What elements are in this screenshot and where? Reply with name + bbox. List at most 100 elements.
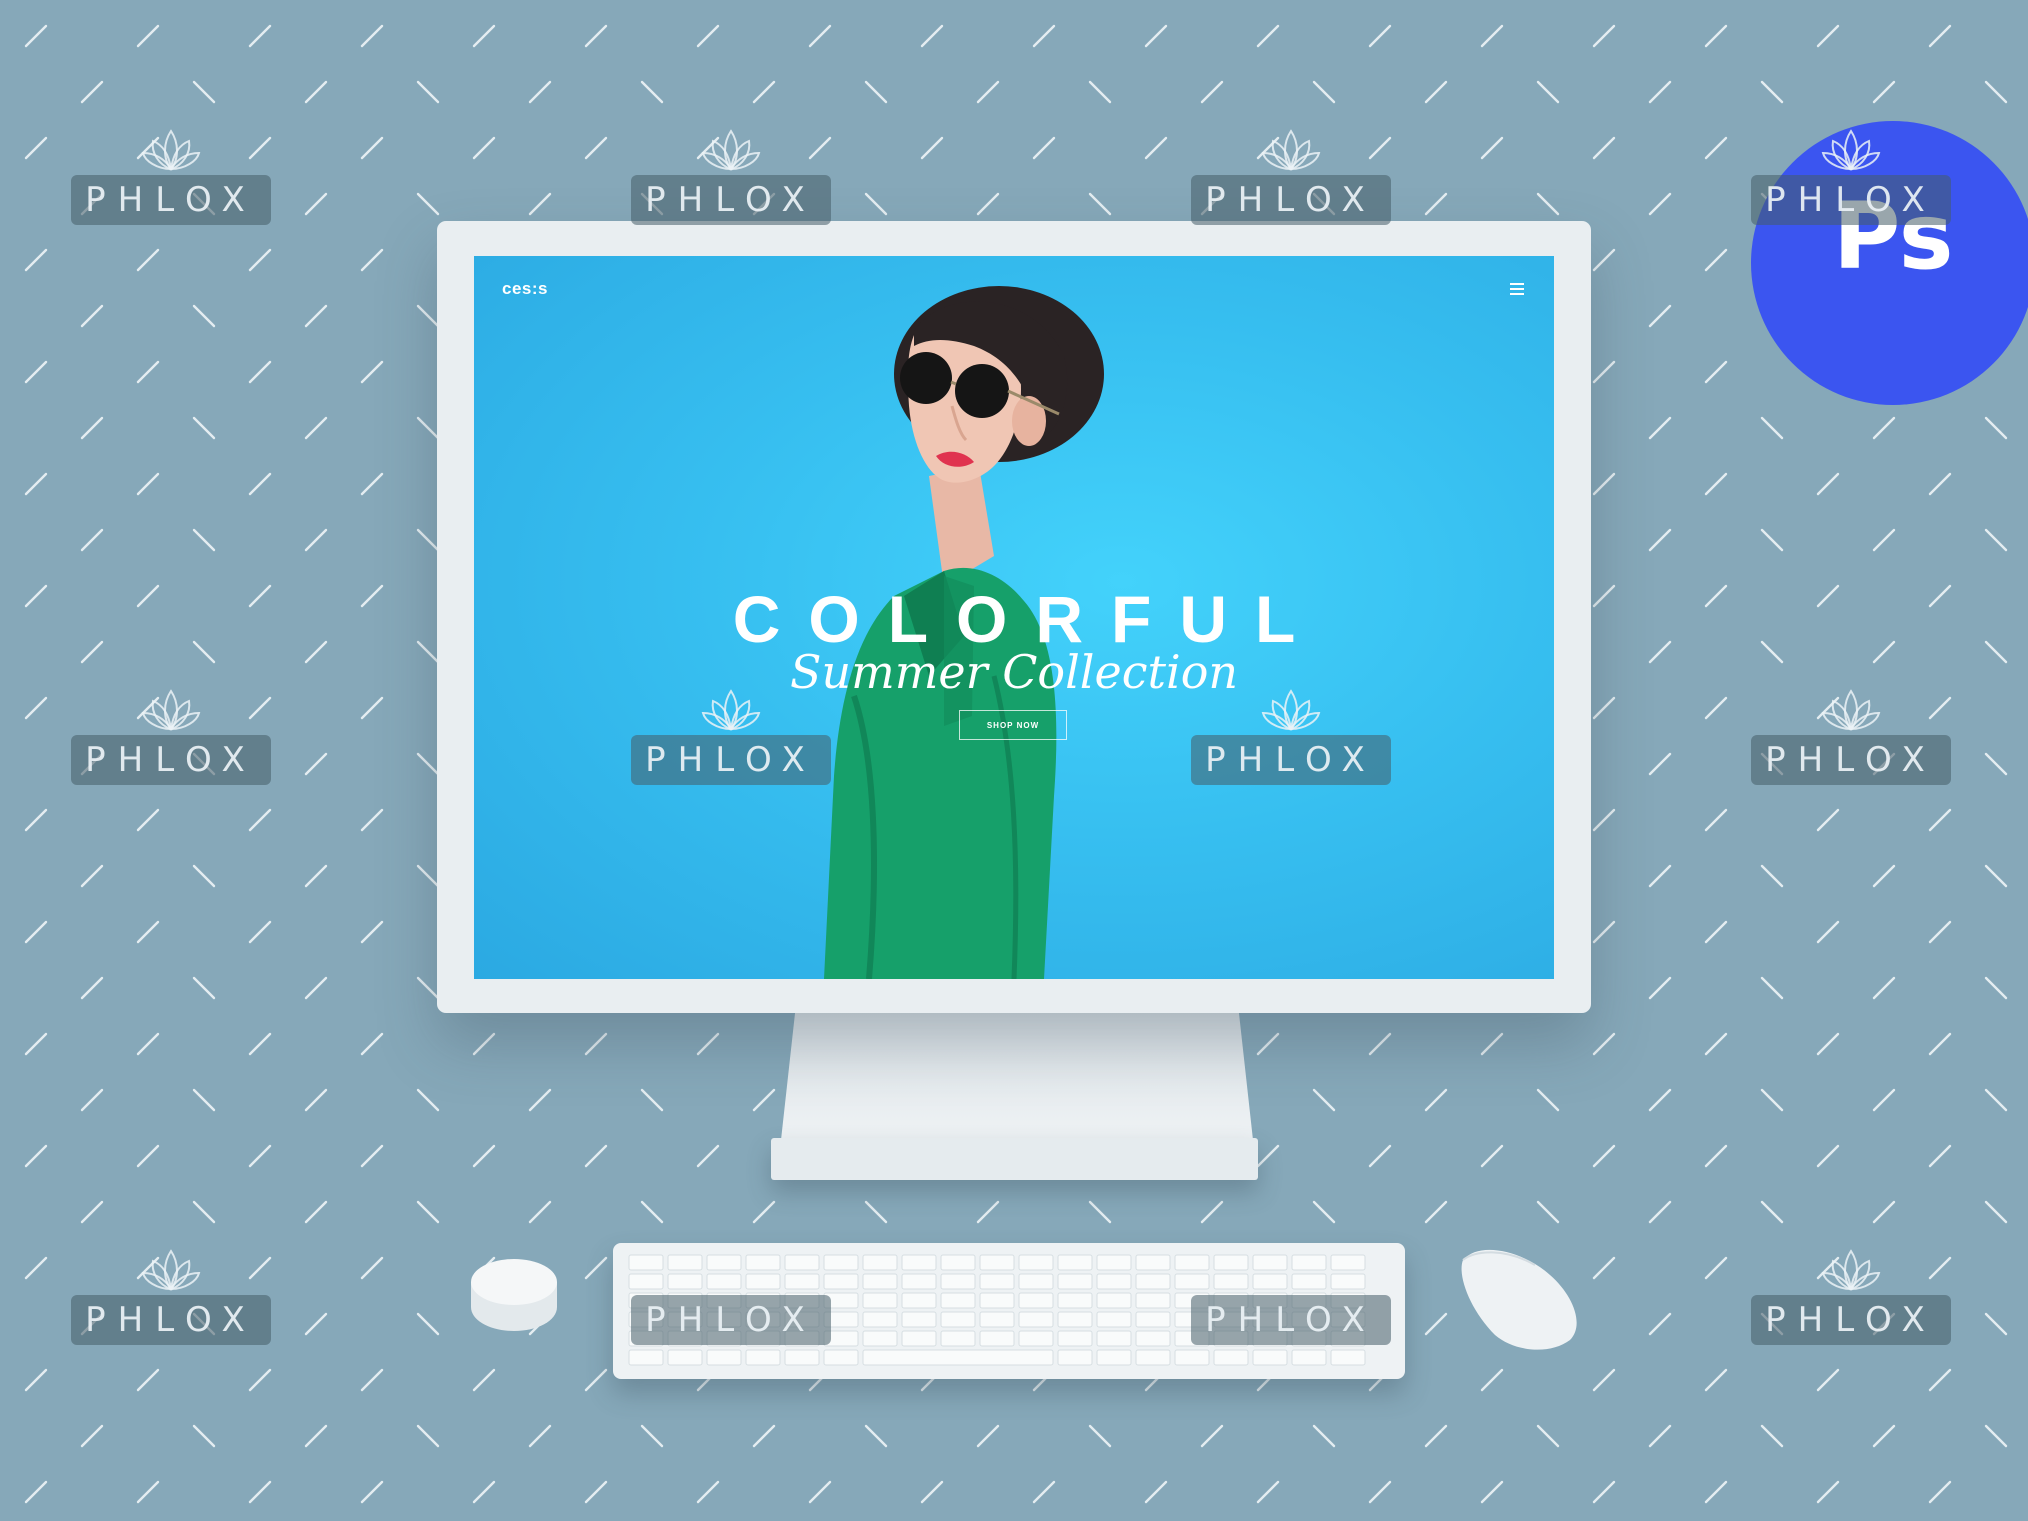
- pattern-mark: [1816, 1256, 1840, 1280]
- pattern-mark: [1480, 1032, 1504, 1056]
- pattern-mark: [1704, 584, 1728, 608]
- pattern-mark: [1872, 1200, 1896, 1224]
- keyboard-key: [1018, 1330, 1054, 1347]
- keyboard-key: [862, 1273, 898, 1290]
- site-logo[interactable]: ces:s: [502, 279, 548, 299]
- pattern-mark: [1536, 192, 1560, 216]
- pattern-mark: [136, 696, 160, 720]
- pattern-mark: [1760, 1424, 1784, 1448]
- pattern-mark: [136, 920, 160, 944]
- pattern-mark: [1256, 136, 1280, 160]
- pattern-mark: [1648, 864, 1672, 888]
- pattern-mark: [472, 1032, 496, 1056]
- pattern-mark: [1592, 696, 1616, 720]
- keyboard-key: [1330, 1349, 1366, 1366]
- pattern-mark: [416, 640, 440, 664]
- pattern-mark: [304, 1088, 328, 1112]
- pattern-mark: [1424, 1424, 1448, 1448]
- pattern-mark: [360, 920, 384, 944]
- pattern-mark: [1256, 1144, 1280, 1168]
- pattern-mark: [1032, 24, 1056, 48]
- keyboard-key: [628, 1273, 664, 1290]
- pattern-mark: [248, 584, 272, 608]
- pattern-mark: [1872, 1312, 1896, 1336]
- pattern-mark: [1872, 976, 1896, 1000]
- keyboard-key: [979, 1311, 1015, 1328]
- pattern-mark: [248, 696, 272, 720]
- pattern-mark: [1592, 472, 1616, 496]
- keyboard-key: [940, 1273, 976, 1290]
- pattern-mark: [1088, 1200, 1112, 1224]
- pattern-mark: [248, 1032, 272, 1056]
- pattern-mark: [1928, 920, 1952, 944]
- hero-subheadline: Summer Collection: [789, 645, 1239, 699]
- pattern-mark: [1704, 472, 1728, 496]
- pattern-mark: [416, 1424, 440, 1448]
- keyboard-key: [667, 1311, 703, 1328]
- pattern-mark: [1760, 1088, 1784, 1112]
- pattern-mark: [1928, 1256, 1952, 1280]
- pattern-mark: [808, 136, 832, 160]
- keyboard-key: [784, 1273, 820, 1290]
- keyboard-key: [1135, 1311, 1171, 1328]
- monitor-stand-neck: [781, 1012, 1253, 1140]
- pattern-mark: [248, 808, 272, 832]
- keyboard-key: [1174, 1273, 1210, 1290]
- pattern-mark: [1088, 1424, 1112, 1448]
- pattern-mark: [360, 696, 384, 720]
- pattern-mark: [1816, 472, 1840, 496]
- pattern-mark: [1200, 1424, 1224, 1448]
- pattern-mark: [752, 1088, 776, 1112]
- pattern-mark: [1480, 24, 1504, 48]
- pattern-mark: [80, 1088, 104, 1112]
- pattern-mark: [248, 136, 272, 160]
- keyboard-key: [628, 1330, 664, 1347]
- keyboard-key: [1135, 1254, 1171, 1271]
- pattern-mark: [304, 640, 328, 664]
- pattern-mark: [80, 1312, 104, 1336]
- pattern-mark: [1200, 80, 1224, 104]
- pattern-mark: [1872, 80, 1896, 104]
- keyboard-key: [1252, 1311, 1288, 1328]
- pattern-mark: [1312, 192, 1336, 216]
- pattern-mark: [1984, 1312, 2008, 1336]
- pattern-mark: [248, 920, 272, 944]
- pattern-mark: [584, 136, 608, 160]
- keyboard-key: [940, 1311, 976, 1328]
- pattern-mark: [416, 976, 440, 1000]
- pattern-mark: [136, 1144, 160, 1168]
- pattern-mark: [1760, 752, 1784, 776]
- pattern-mark: [1648, 1424, 1672, 1448]
- pattern-mark: [1424, 1312, 1448, 1336]
- pattern-mark: [1704, 1368, 1728, 1392]
- pattern-mark: [136, 1480, 160, 1504]
- keyboard-key: [1174, 1254, 1210, 1271]
- pattern-mark: [696, 24, 720, 48]
- keyboard-key: [979, 1292, 1015, 1309]
- shop-now-button[interactable]: SHOP NOW: [959, 710, 1067, 740]
- pattern-mark: [808, 24, 832, 48]
- pattern-mark: [24, 584, 48, 608]
- keyboard-key: [862, 1349, 1054, 1366]
- pattern-mark: [80, 1200, 104, 1224]
- pattern-mark: [1592, 1480, 1616, 1504]
- pattern-mark: [1704, 1256, 1728, 1280]
- pattern-mark: [360, 1256, 384, 1280]
- hamburger-icon[interactable]: [1510, 283, 1524, 295]
- pattern-mark: [304, 528, 328, 552]
- pattern-mark: [360, 1480, 384, 1504]
- pattern-mark: [80, 752, 104, 776]
- pattern-mark: [1872, 752, 1896, 776]
- keyboard-key: [667, 1254, 703, 1271]
- pattern-mark: [472, 1144, 496, 1168]
- pattern-mark: [1704, 248, 1728, 272]
- pattern-mark: [192, 80, 216, 104]
- hero-headline: COLORFUL: [732, 582, 1324, 656]
- pattern-mark: [1368, 1144, 1392, 1168]
- pattern-mark: [80, 528, 104, 552]
- pattern-mark: [752, 1424, 776, 1448]
- pattern-mark: [192, 752, 216, 776]
- pattern-mark: [248, 248, 272, 272]
- keyboard-key: [745, 1254, 781, 1271]
- pattern-mark: [1648, 640, 1672, 664]
